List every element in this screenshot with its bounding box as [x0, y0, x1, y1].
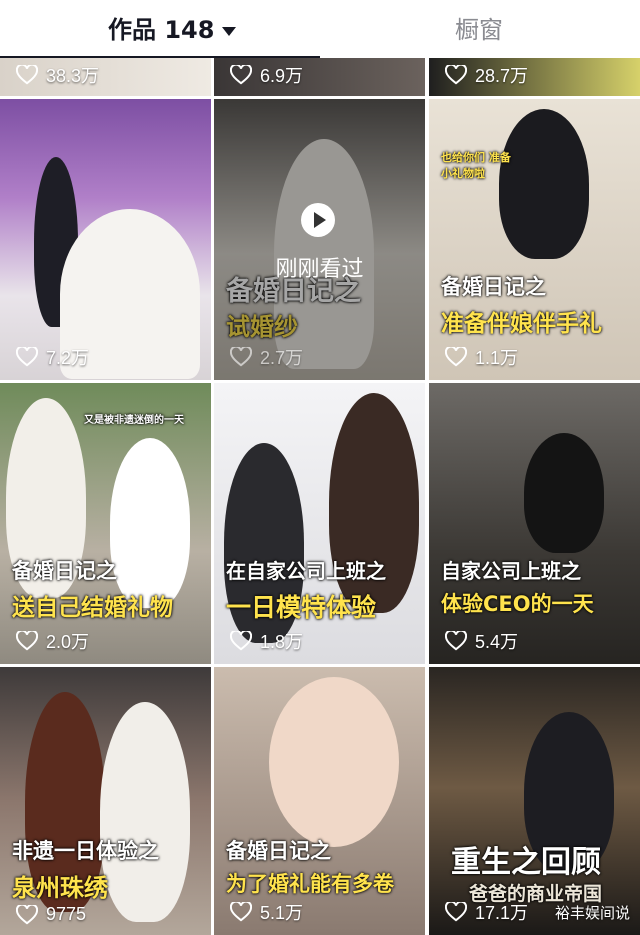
caption-line1: 备婚日记之	[226, 839, 331, 863]
person-figure	[524, 433, 604, 553]
like-count: 6.9万	[230, 62, 303, 88]
sticker-text: 也给你们 准备小礼物啦	[441, 151, 511, 180]
video-tile[interactable]: 7.2万	[0, 99, 211, 380]
heart-icon	[445, 65, 467, 85]
video-grid: 38.3万 6.9万 28.7万 7.2万 备婚日记之 试婚纱 刚刚看过 2.7…	[0, 58, 640, 935]
video-tile[interactable]: 6.9万	[214, 58, 425, 96]
caption-line2: 送自己结婚礼物	[12, 595, 173, 621]
video-tile[interactable]: 自家公司上班之 体验CEO的一天 5.4万	[429, 383, 640, 664]
caption-line2: 准备伴娘伴手礼	[441, 311, 602, 337]
heart-icon	[16, 347, 38, 367]
caption-line2: 泉州珠绣	[12, 874, 108, 902]
like-count: 9775	[16, 904, 86, 925]
caption-line1: 在自家公司上班之	[226, 559, 386, 583]
watched-overlay	[214, 99, 425, 380]
person-figure	[110, 438, 190, 608]
caption-line2: 为了婚礼能有多卷	[226, 872, 394, 896]
heart-icon	[230, 631, 252, 651]
person-figure	[100, 702, 190, 922]
like-count: 17.1万	[445, 899, 528, 925]
caption-line2: 体验CEO的一天	[441, 592, 594, 616]
caption-line1: 备婚日记之	[12, 559, 117, 583]
like-count: 38.3万	[16, 62, 99, 88]
heart-icon	[445, 631, 467, 651]
video-tile[interactable]: 重生之回顾 爸爸的商业帝国 17.1万	[429, 667, 640, 935]
caret-down-icon[interactable]	[222, 26, 237, 36]
heart-icon	[230, 902, 252, 922]
video-tile[interactable]: 28.7万	[429, 58, 640, 96]
like-count: 7.2万	[16, 344, 89, 370]
caption-line1: 备婚日记之	[441, 275, 546, 299]
video-tile[interactable]: 也给你们 准备小礼物啦 备婚日记之 准备伴娘伴手礼 1.1万	[429, 99, 640, 380]
tab-works[interactable]: 作品 148	[108, 10, 237, 45]
heart-icon	[16, 65, 38, 85]
heart-icon	[230, 347, 252, 367]
like-count: 1.1万	[445, 344, 518, 370]
video-tile[interactable]: 在自家公司上班之 一日模特体验 1.8万	[214, 383, 425, 664]
like-count: 5.1万	[230, 899, 303, 925]
play-icon[interactable]	[301, 203, 335, 237]
person-figure	[499, 109, 589, 259]
tab-showcase[interactable]: 橱窗	[455, 10, 503, 45]
tab-indicator	[0, 56, 320, 58]
heart-icon	[230, 65, 252, 85]
tab-bar: 作品 148 橱窗	[0, 0, 640, 58]
caption-line1: 重生之回顾	[451, 845, 601, 880]
sticker-text: 又是被非遗迷倒的一天	[84, 415, 184, 426]
caption-line1: 非遗一日体验之	[12, 839, 159, 863]
like-count: 2.7万	[230, 344, 303, 370]
video-tile[interactable]: 非遗一日体验之 泉州珠绣 9775	[0, 667, 211, 935]
video-tile[interactable]: 38.3万	[0, 58, 211, 96]
like-count: 5.4万	[445, 628, 518, 654]
like-count: 28.7万	[445, 62, 528, 88]
recently-watched-label: 刚刚看过	[275, 257, 364, 282]
caption-line1: 自家公司上班之	[441, 559, 581, 583]
heart-icon	[445, 902, 467, 922]
like-count: 1.8万	[230, 628, 303, 654]
video-tile[interactable]: 备婚日记之 为了婚礼能有多卷 5.1万	[214, 667, 425, 935]
heart-icon	[445, 347, 467, 367]
like-count: 2.0万	[16, 628, 89, 654]
caption-line2: 一日模特体验	[226, 593, 377, 622]
video-tile[interactable]: 又是被非遗迷倒的一天 备婚日记之 送自己结婚礼物 2.0万	[0, 383, 211, 664]
heart-icon	[16, 904, 38, 924]
heart-icon	[16, 631, 38, 651]
watermark: 裕丰娱间说	[554, 904, 630, 922]
video-tile[interactable]: 备婚日记之 试婚纱 刚刚看过 2.7万	[214, 99, 425, 380]
face-figure	[269, 677, 399, 847]
tab-works-label: 作品 148	[108, 16, 215, 44]
